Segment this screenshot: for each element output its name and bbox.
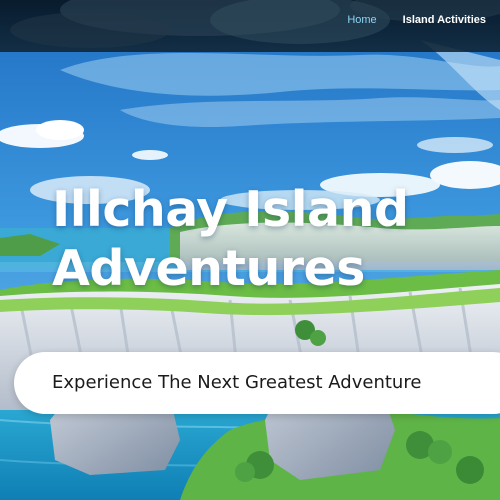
hero-page: Home Island Activities Illchay Island Ad… — [0, 0, 500, 500]
nav-links: Home Island Activities — [347, 13, 486, 27]
tagline-banner: Experience The Next Greatest Adventure — [14, 352, 500, 414]
hero-title-line-1: Illchay Island — [52, 181, 409, 238]
nav-link-island-activities[interactable]: Island Activities — [403, 13, 486, 27]
top-navbar: Home Island Activities — [0, 0, 500, 52]
hero-title: Illchay Island Adventures — [52, 180, 492, 298]
tagline-text: Experience The Next Greatest Adventure — [52, 372, 422, 393]
nav-link-home[interactable]: Home — [347, 13, 376, 27]
hero-title-line-2: Adventures — [52, 240, 365, 297]
